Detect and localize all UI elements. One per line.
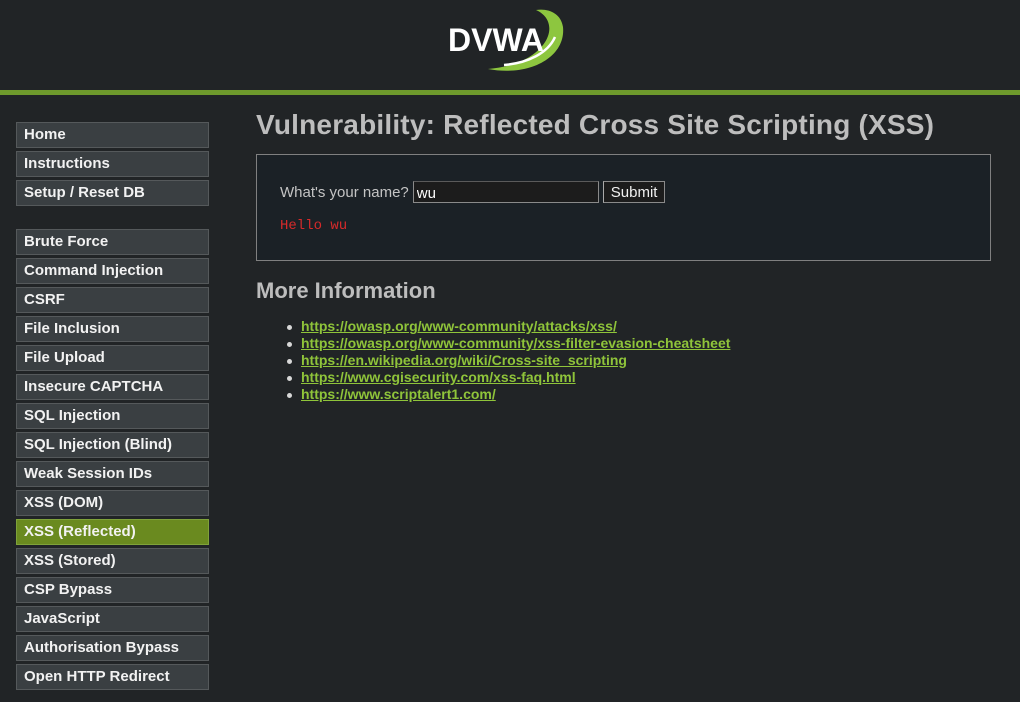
link-list-item: https://owasp.org/www-community/attacks/… [286,318,730,335]
sidebar-item-weak-session-ids[interactable]: Weak Session IDs [16,461,209,487]
sidebar-item-home[interactable]: Home [16,122,209,148]
sidebar-item-csp-bypass[interactable]: CSP Bypass [16,577,209,603]
menu-group-vulnerabilities: Brute Force Command Injection CSRF File Inc… [16,229,210,690]
vulnerability-box: What's your name? Submit Hello wu [256,154,991,261]
page-title: Vulnerability: Reflected Cross Site Scri… [256,109,935,140]
sidebar-item-command-injection[interactable]: Command Injection [16,258,209,284]
more-info-heading: More Information [256,278,436,303]
reference-link[interactable]: https://owasp.org/www-community/xss-filt… [301,335,730,351]
sidebar-item-insecure-captcha[interactable]: Insecure CAPTCHA [16,374,209,400]
sidebar-item-authorisation-bypass[interactable]: Authorisation Bypass [16,635,209,661]
sidebar-item-csrf[interactable]: CSRF [16,287,209,313]
sidebar-item-setup-reset-db[interactable]: Setup / Reset DB [16,180,209,206]
reference-link[interactable]: https://en.wikipedia.org/wiki/Cross-site… [301,352,627,368]
main-content: Vulnerability: Reflected Cross Site Scri… [256,100,996,402]
name-label: What's your name? [280,183,409,201]
name-input[interactable] [412,181,599,203]
sidebar-item-sql-injection-blind[interactable]: SQL Injection (Blind) [16,432,209,458]
sidebar-item-file-upload[interactable]: File Upload [16,345,209,371]
link-list-item: https://en.wikipedia.org/wiki/Cross-site… [286,352,730,369]
sidebar-menu: Home Instructions Setup / Reset DB Brute F… [16,122,210,693]
submit-button[interactable]: Submit [602,181,666,203]
sidebar-item-javascript[interactable]: JavaScript [16,606,209,632]
sidebar-item-xss-reflected[interactable]: XSS (Reflected) [16,519,209,545]
name-form: What's your name? Submit [280,180,666,204]
sidebar-item-file-inclusion[interactable]: File Inclusion [16,316,209,342]
menu-group-general: Home Instructions Setup / Reset DB [16,122,210,206]
header: DVWA [0,0,1020,95]
sidebar-item-instructions[interactable]: Instructions [16,151,209,177]
reference-link[interactable]: https://www.cgisecurity.com/xss-faq.html [301,369,576,385]
result-message: Hello wu [280,218,348,234]
sidebar-item-sql-injection[interactable]: SQL Injection [16,403,209,429]
more-info-links: https://owasp.org/www-community/attacks/… [256,318,730,403]
sidebar-item-open-http-redirect[interactable]: Open HTTP Redirect [16,664,209,690]
reference-link[interactable]: https://www.scriptalert1.com/ [301,386,496,402]
menu-separator [16,209,210,229]
link-list-item: https://www.cgisecurity.com/xss-faq.html [286,369,730,386]
logo-text: DVWA [448,22,544,58]
link-list-item: https://www.scriptalert1.com/ [286,386,730,403]
sidebar-item-xss-dom[interactable]: XSS (DOM) [16,490,209,516]
dvwa-logo: DVWA [448,9,564,71]
sidebar-item-brute-force[interactable]: Brute Force [16,229,209,255]
sidebar-item-xss-stored[interactable]: XSS (Stored) [16,548,209,574]
reference-link[interactable]: https://owasp.org/www-community/attacks/… [301,318,617,334]
link-list-item: https://owasp.org/www-community/xss-filt… [286,335,730,352]
